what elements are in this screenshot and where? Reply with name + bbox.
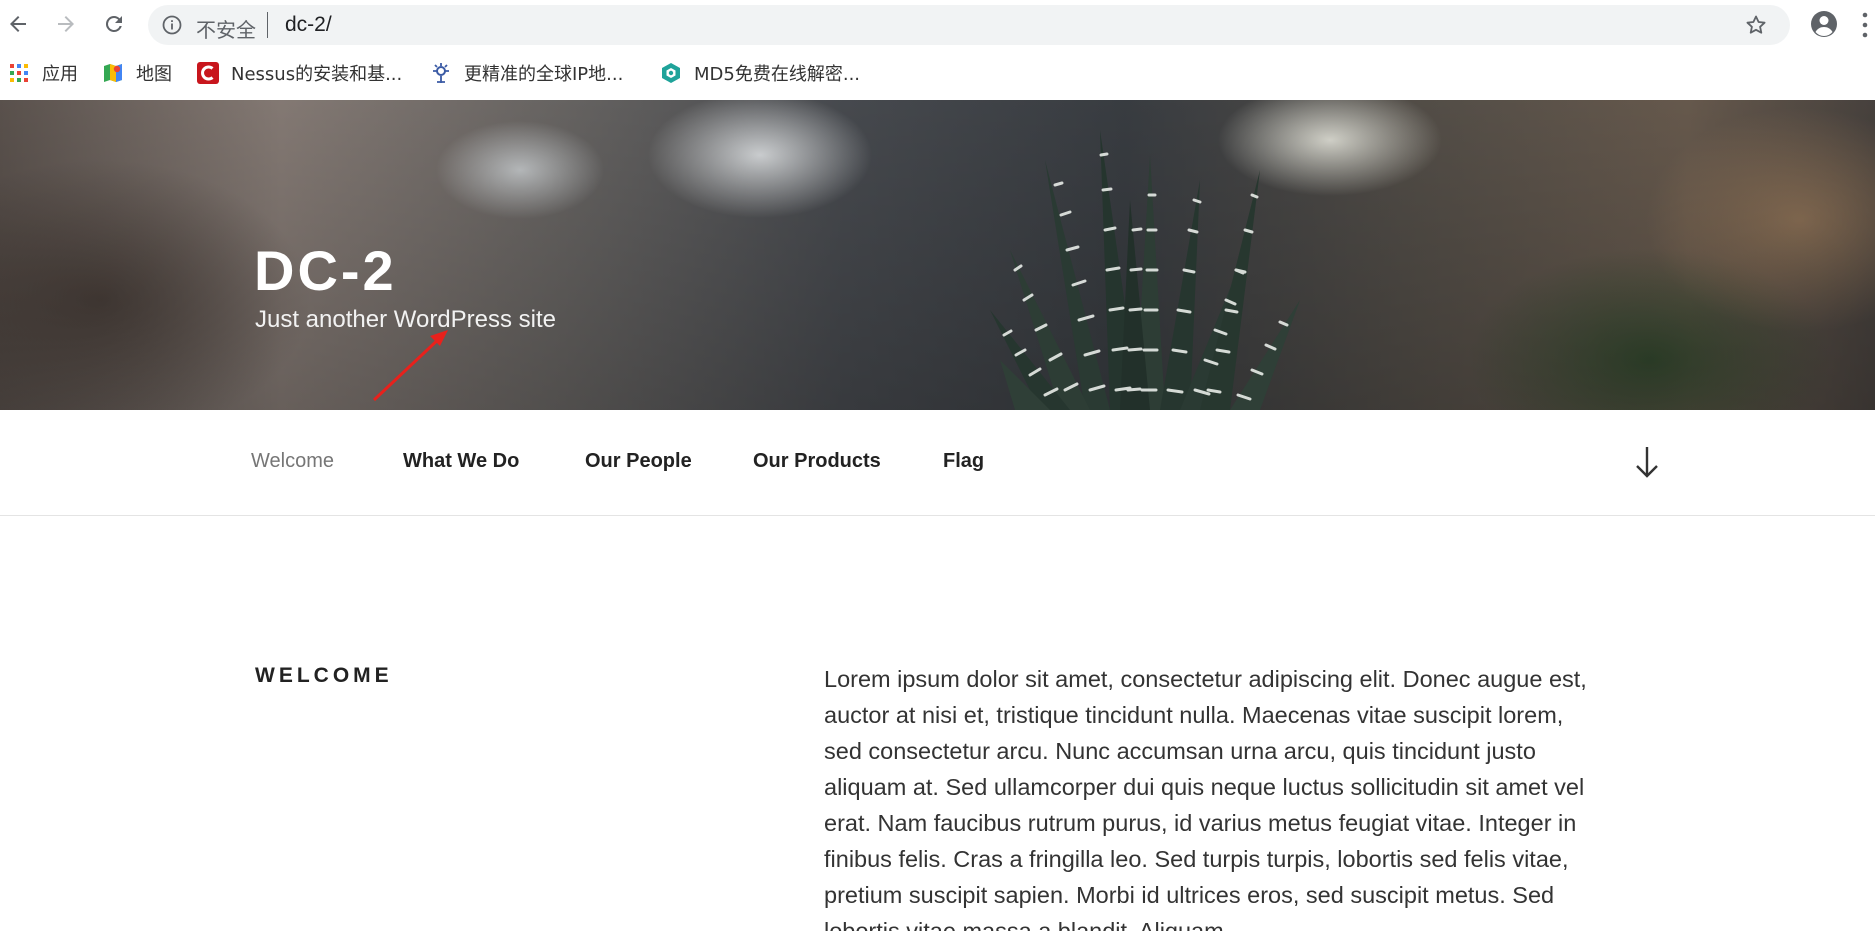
back-arrow-icon bbox=[10, 16, 26, 32]
info-icon[interactable] bbox=[162, 15, 182, 35]
reload-button[interactable] bbox=[96, 6, 132, 42]
bookmark-nessus[interactable]: Nessus的安装和基... bbox=[197, 61, 402, 85]
scroll-down-arrow-icon[interactable] bbox=[1635, 445, 1659, 479]
bookmark-label: Nessus的安装和基... bbox=[231, 64, 403, 85]
browser-toolbar: 不安全 dc-2/ bbox=[0, 0, 1875, 47]
bookmark-label: 更精准的全球IP地... bbox=[464, 64, 624, 85]
forward-arrow-icon bbox=[58, 16, 74, 32]
bookmark-apps[interactable]: 应用 bbox=[8, 61, 78, 85]
reload-icon bbox=[105, 15, 122, 32]
security-label: 不安全 bbox=[196, 18, 256, 42]
section-title: WELCOME bbox=[255, 664, 393, 687]
header-image: DC-2 Just another WordPress site bbox=[0, 100, 1875, 410]
bookmark-label: 应用 bbox=[42, 64, 78, 85]
nav-item-our-products[interactable]: Our Products bbox=[753, 450, 881, 473]
bookmark-md5[interactable]: MD5免费在线解密... bbox=[660, 61, 860, 85]
bookmark-label: MD5免费在线解密... bbox=[694, 64, 861, 85]
profile-avatar-icon[interactable] bbox=[1808, 8, 1840, 40]
entry-content: Lorem ipsum dolor sit amet, consectetur … bbox=[824, 666, 1587, 931]
md5-icon bbox=[660, 62, 682, 84]
nav-item-our-people[interactable]: Our People bbox=[585, 450, 692, 473]
back-button[interactable] bbox=[0, 6, 36, 42]
nav-item-what-we-do[interactable]: What We Do bbox=[403, 450, 519, 473]
bookmark-star-icon[interactable] bbox=[1744, 13, 1768, 37]
bookmark-maps[interactable]: 地图 bbox=[102, 61, 172, 85]
bookmark-label: 地图 bbox=[136, 64, 172, 85]
entry-content-clip: Lorem ipsum dolor sit amet, consectetur … bbox=[824, 661, 1624, 931]
menu-kebab-icon[interactable] bbox=[1860, 10, 1870, 40]
nav-item-welcome[interactable]: Welcome bbox=[251, 450, 334, 473]
bookmarks-bar: 应用 地图 Nessus的安装和基... 更精准的全球IP地... MD5免费在… bbox=[0, 52, 1875, 92]
annotation-arrow bbox=[372, 330, 448, 402]
bookmark-ip-lookup[interactable]: 更精准的全球IP地... bbox=[430, 61, 623, 85]
address-bar[interactable]: 不安全 dc-2/ bbox=[148, 5, 1790, 45]
url-text[interactable]: dc-2/ bbox=[285, 13, 332, 37]
csdn-icon bbox=[197, 62, 219, 84]
ip-lookup-icon bbox=[430, 62, 452, 84]
nav-item-flag[interactable]: Flag bbox=[943, 450, 984, 473]
primary-navigation: Welcome What We Do Our People Our Produc… bbox=[0, 410, 1875, 516]
forward-button[interactable] bbox=[48, 6, 84, 42]
apps-grid-icon bbox=[8, 62, 30, 84]
maps-icon bbox=[102, 62, 124, 84]
omnibox-separator bbox=[267, 12, 268, 38]
